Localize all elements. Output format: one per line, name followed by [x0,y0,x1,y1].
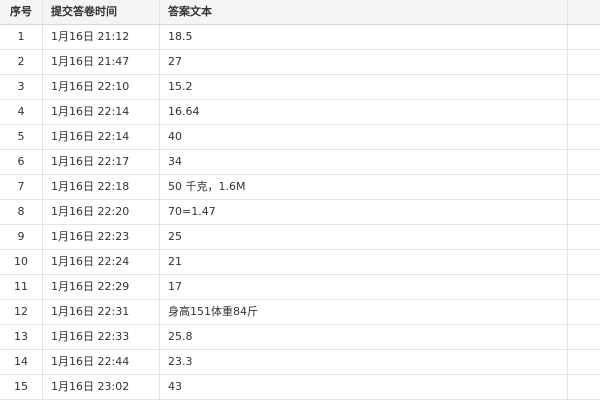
header-answer-text: 答案文本 [160,0,568,24]
row-answer-text: 身高151体重84斤 [160,300,568,324]
row-index: 15 [0,375,43,399]
table-row: 4 1月16日 22:14 16.64 [0,100,600,125]
row-submit-time: 1月16日 22:14 [43,125,160,149]
table-row: 2 1月16日 21:47 27 [0,50,600,75]
row-extra-cell [568,50,600,74]
table-row: 8 1月16日 22:20 70=1.47 [0,200,600,225]
row-answer-text: 21 [160,250,568,274]
row-index: 3 [0,75,43,99]
row-extra-cell [568,175,600,199]
row-extra-cell [568,25,600,49]
row-answer-text: 15.2 [160,75,568,99]
row-index: 8 [0,200,43,224]
row-answer-text: 18.5 [160,25,568,49]
row-index: 9 [0,225,43,249]
row-answer-text: 34 [160,150,568,174]
row-extra-cell [568,125,600,149]
row-answer-text: 40 [160,125,568,149]
row-answer-text: 50 千克，1.6M [160,175,568,199]
row-submit-time: 1月16日 22:24 [43,250,160,274]
table-row: 14 1月16日 22:44 23.3 [0,350,600,375]
row-answer-text: 27 [160,50,568,74]
header-submit-time: 提交答卷时间 [43,0,160,24]
row-submit-time: 1月16日 22:17 [43,150,160,174]
table-row: 5 1月16日 22:14 40 [0,125,600,150]
row-index: 14 [0,350,43,374]
row-extra-cell [568,150,600,174]
row-index: 5 [0,125,43,149]
row-index: 12 [0,300,43,324]
row-answer-text: 17 [160,275,568,299]
row-submit-time: 1月16日 22:10 [43,75,160,99]
row-extra-cell [568,250,600,274]
row-index: 10 [0,250,43,274]
responses-table: 序号 提交答卷时间 答案文本 1 1月16日 21:12 18.5 2 1月16日 21… [0,0,600,400]
row-extra-cell [568,100,600,124]
table-row: 3 1月16日 22:10 15.2 [0,75,600,100]
row-extra-cell [568,200,600,224]
row-submit-time: 1月16日 22:33 [43,325,160,349]
table-body: 1 1月16日 21:12 18.5 2 1月16日 21:47 27 3 1月16日 22:… [0,25,600,400]
table-row: 13 1月16日 22:33 25.8 [0,325,600,350]
row-extra-cell [568,225,600,249]
row-submit-time: 1月16日 22:20 [43,200,160,224]
row-index: 2 [0,50,43,74]
row-extra-cell [568,325,600,349]
header-index: 序号 [0,0,43,24]
table-row: 11 1月16日 22:29 17 [0,275,600,300]
row-submit-time: 1月16日 21:47 [43,50,160,74]
row-submit-time: 1月16日 22:29 [43,275,160,299]
row-submit-time: 1月16日 22:23 [43,225,160,249]
row-answer-text: 70=1.47 [160,200,568,224]
row-answer-text: 43 [160,375,568,399]
table-header: 序号 提交答卷时间 答案文本 [0,0,600,25]
row-extra-cell [568,75,600,99]
row-submit-time: 1月16日 22:18 [43,175,160,199]
header-extra-column [568,0,600,24]
table-row: 6 1月16日 22:17 34 [0,150,600,175]
row-index: 4 [0,100,43,124]
row-answer-text: 25.8 [160,325,568,349]
row-extra-cell [568,350,600,374]
row-extra-cell [568,275,600,299]
row-index: 1 [0,25,43,49]
table-row: 1 1月16日 21:12 18.5 [0,25,600,50]
row-answer-text: 25 [160,225,568,249]
row-extra-cell [568,300,600,324]
row-index: 11 [0,275,43,299]
row-submit-time: 1月16日 21:12 [43,25,160,49]
table-row: 15 1月16日 23:02 43 [0,375,600,400]
table-row: 9 1月16日 22:23 25 [0,225,600,250]
row-index: 6 [0,150,43,174]
row-submit-time: 1月16日 22:14 [43,100,160,124]
row-answer-text: 16.64 [160,100,568,124]
table-row: 10 1月16日 22:24 21 [0,250,600,275]
table-row: 12 1月16日 22:31 身高151体重84斤 [0,300,600,325]
row-answer-text: 23.3 [160,350,568,374]
table-row: 7 1月16日 22:18 50 千克，1.6M [0,175,600,200]
row-submit-time: 1月16日 22:44 [43,350,160,374]
row-submit-time: 1月16日 23:02 [43,375,160,399]
row-index: 7 [0,175,43,199]
row-index: 13 [0,325,43,349]
row-extra-cell [568,375,600,399]
row-submit-time: 1月16日 22:31 [43,300,160,324]
